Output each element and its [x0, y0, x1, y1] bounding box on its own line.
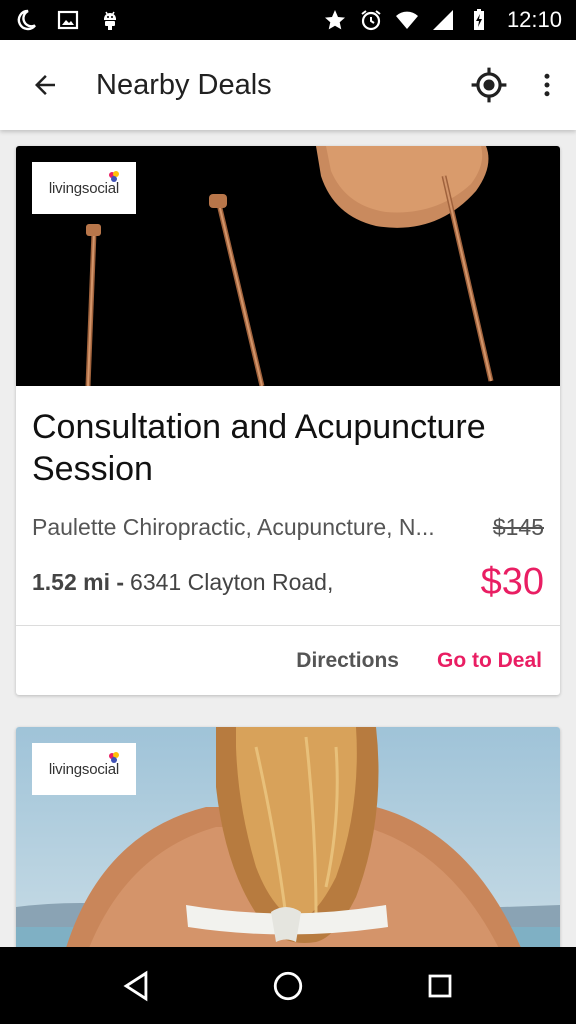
image-icon — [57, 10, 79, 30]
android-icon — [104, 11, 116, 30]
brand-logo-icon — [109, 171, 119, 182]
wifi-icon — [395, 11, 418, 29]
deal-image[interactable]: livingsocial — [16, 727, 560, 947]
address: 6341 Clayton Road, — [130, 569, 334, 595]
deal-image[interactable]: livingsocial — [16, 146, 560, 386]
brand-logo: livingsocial — [32, 743, 136, 795]
overflow-menu-button[interactable] — [518, 40, 576, 130]
signal-icon — [432, 10, 453, 30]
moon-icon — [17, 9, 36, 31]
status-time: 12:10 — [506, 7, 562, 32]
original-price: $145 — [492, 514, 544, 540]
back-triangle-icon — [123, 970, 148, 1001]
go-to-deal-button[interactable]: Go to Deal — [437, 649, 542, 673]
battery-charging-icon — [473, 9, 484, 30]
back-button[interactable] — [0, 40, 90, 130]
home-circle-icon — [273, 971, 303, 1000]
directions-button[interactable]: Directions — [296, 649, 399, 673]
deal-card[interactable]: livingsocial Consultation and Acupunctur… — [16, 146, 560, 695]
status-bar: 12:10 — [0, 0, 576, 40]
nav-home-button[interactable] — [248, 947, 328, 1024]
nav-recents-button[interactable] — [400, 947, 480, 1024]
my-location-button[interactable] — [460, 40, 518, 130]
back-arrow-icon — [35, 75, 55, 95]
card-actions: Directions Go to Deal — [16, 626, 560, 695]
my-location-icon — [471, 67, 507, 103]
brand-logo-icon — [109, 752, 119, 763]
deal-price: $30 — [480, 561, 544, 603]
page-title: Nearby Deals — [96, 68, 272, 101]
deal-title: Consultation and Acupuncture Session — [32, 408, 486, 488]
deals-list[interactable]: livingsocial Consultation and Acupunctur… — [0, 130, 576, 947]
brand-logo: livingsocial — [32, 162, 136, 214]
more-vert-icon — [544, 73, 550, 97]
deal-card[interactable]: livingsocial — [16, 727, 560, 947]
distance: 1.52 mi - — [32, 569, 125, 595]
merchant-name: Paulette Chiropractic, Acupuncture, N... — [32, 514, 435, 540]
star-icon — [324, 10, 345, 30]
nav-back-button[interactable] — [96, 947, 176, 1024]
recents-square-icon — [428, 974, 452, 997]
app-bar: Nearby Deals — [0, 40, 576, 130]
navigation-bar — [0, 947, 576, 1024]
alarm-icon — [361, 10, 381, 31]
